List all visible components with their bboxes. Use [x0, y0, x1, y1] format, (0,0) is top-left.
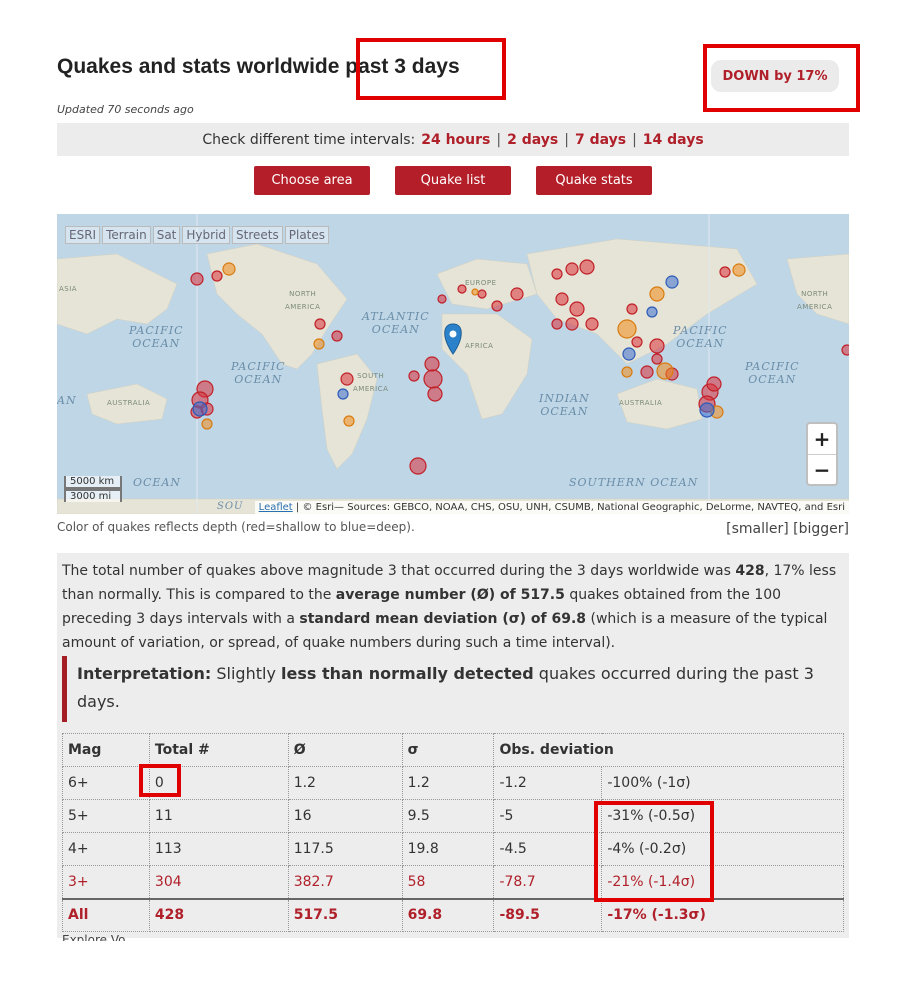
- table-row: 5+ 11 16 9.5 -5 -31% (-0.5σ): [62, 799, 844, 833]
- map-label-pacific-w: PACIFIC OCEAN: [129, 324, 184, 350]
- col-average: Ø: [287, 733, 403, 767]
- layer-sat[interactable]: Sat: [152, 226, 181, 244]
- map-label-pacific-ne: PACIFIC OCEAN: [745, 360, 800, 386]
- map-label-north-america-e: NORTH AMERICA: [797, 290, 833, 311]
- updated-time: Updated 70 seconds ago: [57, 103, 194, 116]
- smaller-link[interactable]: [smaller]: [726, 521, 789, 537]
- interval-link-14d[interactable]: 14 days: [643, 132, 704, 148]
- map-label-africa: AFRICA: [465, 342, 494, 350]
- map-label-sou: SOU: [217, 501, 244, 512]
- world-basemap: [57, 214, 849, 514]
- interpretation-label: Interpretation:: [77, 664, 212, 683]
- map-attribution: Leaflet | © Esri— Sources: GEBCO, NOAA, …: [254, 501, 849, 514]
- layer-switcher: ESRI Terrain Sat Hybrid Streets Plates: [65, 226, 330, 244]
- map-size-controls: [smaller] [bigger]: [726, 521, 849, 537]
- map-label-atlantic: ATLANTIC OCEAN: [362, 310, 430, 336]
- table-header-row: Mag Total # Ø σ Obs. deviation: [62, 733, 844, 767]
- quake-list-button[interactable]: Quake list: [395, 166, 511, 195]
- map-label-ocean-sw: OCEAN: [133, 476, 182, 489]
- stats-panel: The total number of quakes above magnitu…: [57, 553, 849, 938]
- interval-separator: |: [632, 131, 637, 148]
- table-row: 6+ 0 1.2 1.2 -1.2 -100% (-1σ): [62, 766, 844, 800]
- quake-stats-button[interactable]: Quake stats: [536, 166, 652, 195]
- depth-note: Color of quakes reflects depth (red=shal…: [57, 520, 415, 534]
- map-label-an: AN: [57, 394, 77, 407]
- interval-separator: |: [496, 131, 502, 148]
- attribution-text: | © Esri— Sources: GEBCO, NOAA, CHS, OSU…: [292, 502, 845, 513]
- map-label-pacific-mid: PACIFIC OCEAN: [231, 360, 286, 386]
- trailing-text: Explore Vo: [62, 933, 126, 941]
- table-total-row: All 428 517.5 69.8 -89.5 -17% (-1.3σ): [62, 897, 844, 932]
- zoom-in-button[interactable]: +: [808, 424, 836, 454]
- stats-table: Mag Total # Ø σ Obs. deviation 6+ 0 1.2 1.2…: [62, 733, 844, 932]
- layer-plates[interactable]: Plates: [284, 226, 330, 244]
- map-label-australia-w: AUSTRALIA: [107, 399, 151, 407]
- interval-prefix: Check different time intervals:: [202, 131, 416, 148]
- interval-bar: Check different time intervals: 24 hours…: [57, 123, 849, 156]
- trend-badge: DOWN by 17%: [711, 60, 839, 92]
- interval-link-7d[interactable]: 7 days: [575, 132, 626, 148]
- map-label-southern: SOUTHERN OCEAN: [569, 476, 699, 489]
- map-label-north-america-w: NORTH AMERICA: [285, 290, 321, 311]
- col-sigma: σ: [401, 733, 495, 767]
- stats-summary: The total number of quakes above magnitu…: [62, 563, 837, 651]
- table-row: 3+ 304 382.7 58 -78.7 -21% (-1.4σ): [62, 865, 844, 899]
- map-label-europe: EUROPE: [465, 279, 497, 287]
- layer-terrain[interactable]: Terrain: [102, 226, 151, 244]
- leaflet-link[interactable]: Leaflet: [259, 502, 293, 513]
- average-label: average number (Ø) of 517.5: [335, 587, 565, 603]
- total-count: 428: [735, 563, 765, 579]
- interpretation-block: Interpretation: Slightly less than norma…: [62, 656, 842, 722]
- std-dev-label: standard mean deviation (σ) of 69.8: [299, 611, 587, 627]
- map-scale: 5000 km 3000 mi: [64, 476, 122, 502]
- zoom-out-button[interactable]: −: [808, 454, 836, 484]
- interpretation-result: less than normally detected: [281, 664, 534, 683]
- layer-hybrid[interactable]: Hybrid: [182, 226, 231, 244]
- layer-streets[interactable]: Streets: [232, 226, 283, 244]
- map-label-indian: INDIAN OCEAN: [539, 392, 590, 418]
- table-row: 4+ 113 117.5 19.8 -4.5 -4% (-0.2σ): [62, 832, 844, 866]
- scale-km: 5000 km: [64, 476, 122, 489]
- quake-map[interactable]: ESRI Terrain Sat Hybrid Streets Plates A…: [57, 214, 849, 514]
- interval-link-24h[interactable]: 24 hours: [421, 132, 490, 148]
- col-obs-deviation: Obs. deviation: [493, 733, 844, 767]
- map-label-pacific-e: PACIFIC OCEAN: [673, 324, 728, 350]
- choose-area-button[interactable]: Choose area: [254, 166, 370, 195]
- layer-esri[interactable]: ESRI: [65, 226, 101, 244]
- interval-separator: |: [564, 131, 569, 148]
- interval-link-2d[interactable]: 2 days: [507, 132, 558, 148]
- page-title: Quakes and stats worldwide past 3 days: [57, 55, 460, 78]
- zoom-control: + −: [806, 422, 838, 486]
- scale-mi: 3000 mi: [64, 489, 122, 502]
- col-total: Total #: [148, 733, 289, 767]
- map-label-south-america: SOUTH AMERICA: [353, 372, 389, 393]
- map-label-asia: ASIA: [59, 285, 78, 293]
- bigger-link[interactable]: [bigger]: [793, 521, 849, 537]
- col-mag: Mag: [62, 733, 150, 767]
- map-label-australia-e: AUSTRALIA: [619, 399, 663, 407]
